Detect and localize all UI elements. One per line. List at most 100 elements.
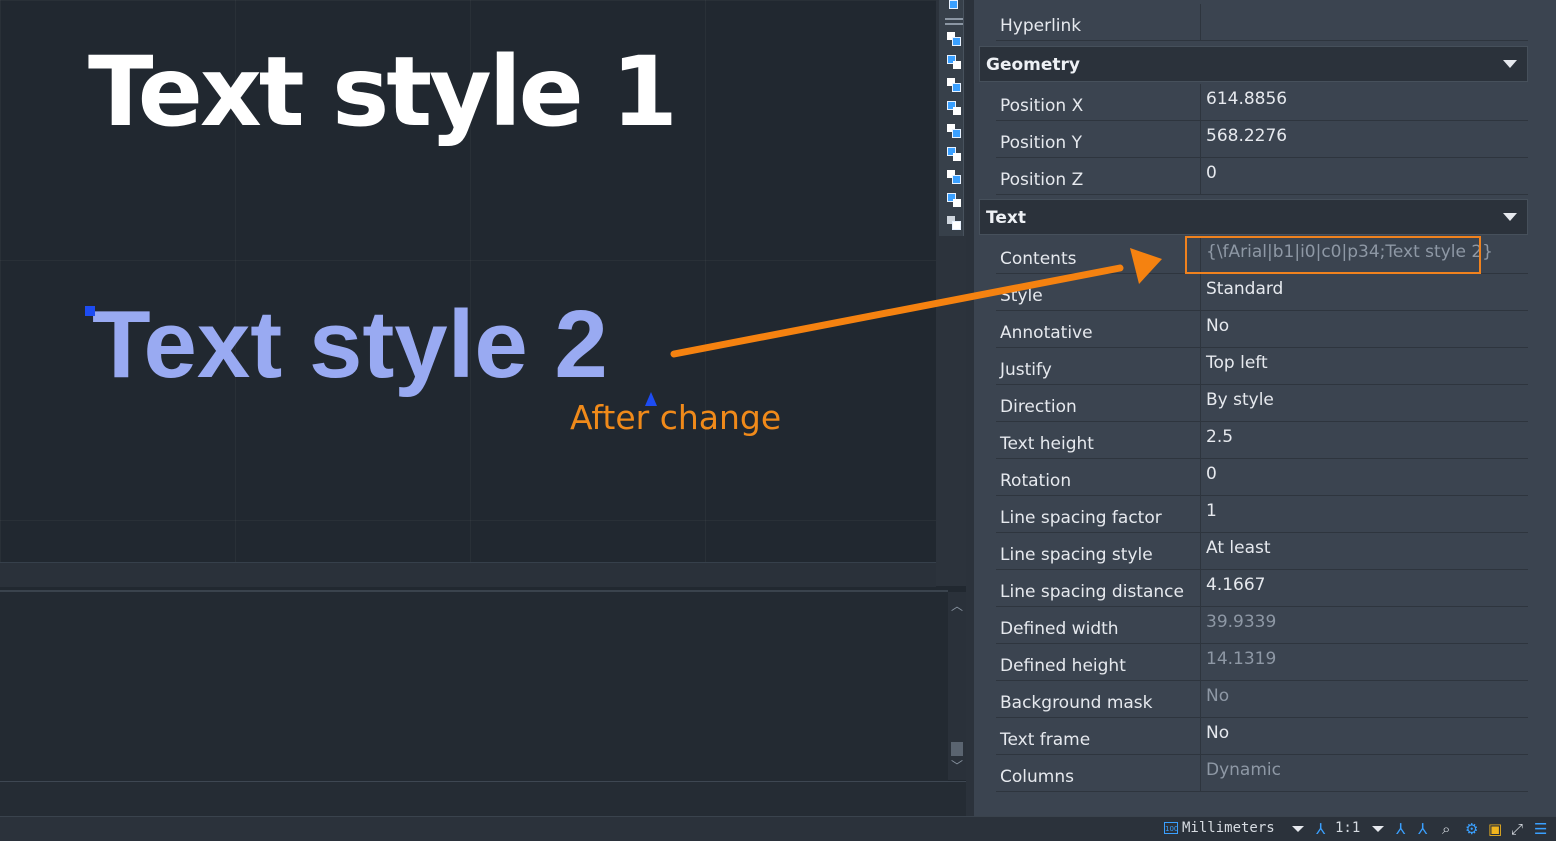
property-label: Annotative	[996, 311, 1201, 347]
command-scrollbar[interactable]: ︿ ﹀	[948, 592, 966, 780]
property-row[interactable]: Position Y 568.2276	[996, 121, 1528, 158]
property-row[interactable]: Line spacing factor 1	[996, 496, 1528, 533]
property-label: Position Y	[996, 121, 1201, 157]
property-row[interactable]: Justify Top left	[996, 348, 1528, 385]
send-to-back-icon[interactable]	[947, 55, 961, 69]
property-value[interactable]: Standard	[1202, 274, 1528, 310]
property-row-hyperlink[interactable]: Hyperlink	[996, 4, 1528, 41]
property-value[interactable]: By style	[1202, 385, 1528, 421]
property-value[interactable]: 568.2276	[1202, 121, 1528, 157]
property-label: Line spacing factor	[996, 496, 1201, 532]
contents-highlight-box	[1185, 236, 1481, 274]
property-label: Contents	[996, 237, 1201, 273]
text-object-style-2[interactable]: Text style 2	[92, 292, 608, 398]
send-under-icon[interactable]	[947, 101, 961, 115]
property-row[interactable]: Annotative No	[996, 311, 1528, 348]
annot-front-icon[interactable]	[947, 193, 961, 207]
fullscreen-icon[interactable]: ⤢	[1511, 817, 1523, 841]
properties-panel: Hyperlink Geometry Position X 614.8856 Pos…	[974, 0, 1556, 816]
property-value[interactable]: 0	[1202, 158, 1528, 194]
dim-front-icon[interactable]	[947, 170, 961, 184]
command-history[interactable]	[0, 590, 948, 782]
property-label: Position X	[996, 84, 1201, 120]
property-value[interactable]: 1	[1202, 496, 1528, 532]
property-label: Columns	[996, 755, 1201, 791]
annotation-scale-icon[interactable]: ⅄	[1316, 817, 1325, 841]
annotation-label: After change	[570, 398, 782, 437]
property-value[interactable]: 4.1667	[1202, 570, 1528, 606]
property-row[interactable]: Text frame No	[996, 718, 1528, 755]
toolbar-separator	[945, 23, 963, 25]
property-row[interactable]: Columns Dynamic	[996, 755, 1528, 792]
property-value[interactable]: At least	[1202, 533, 1528, 569]
scroll-thumb[interactable]	[951, 742, 963, 756]
chevron-down-icon[interactable]	[1292, 826, 1304, 832]
toolbar-separator	[945, 18, 963, 20]
scroll-down-icon[interactable]: ﹀	[951, 760, 963, 772]
command-line-input[interactable]	[0, 781, 966, 816]
property-row[interactable]: Line spacing distance 4.1667	[996, 570, 1528, 607]
property-row[interactable]: Rotation 0	[996, 459, 1528, 496]
bring-to-front-icon[interactable]	[947, 32, 961, 46]
text-above-icon[interactable]	[947, 124, 961, 138]
property-label: Defined width	[996, 607, 1201, 643]
auto-scale-icon[interactable]: ⅄	[1418, 817, 1427, 841]
property-row[interactable]: Style Standard	[996, 274, 1528, 311]
hatch-back-icon[interactable]	[947, 147, 961, 161]
property-label: Defined height	[996, 644, 1201, 680]
property-row[interactable]: Defined height 14.1319	[996, 644, 1528, 681]
units-selector[interactable]: Millimeters	[1182, 817, 1275, 841]
annotation-scale-value[interactable]: 1:1	[1335, 817, 1360, 841]
bring-above-icon[interactable]	[947, 78, 961, 92]
status-bar: 100 Millimeters ⅄ 1:1 ⅄ ⅄ ⌕ ⚙ ▣ ⤢ ☰	[0, 816, 1556, 841]
property-row[interactable]: Defined width 39.9339	[996, 607, 1528, 644]
property-value[interactable]: 2.5	[1202, 422, 1528, 458]
chevron-down-icon[interactable]	[1503, 213, 1517, 221]
section-title: Geometry	[986, 55, 1080, 75]
property-value[interactable]	[1202, 4, 1528, 40]
property-label: Justify	[996, 348, 1201, 384]
property-label: Line spacing distance	[996, 570, 1201, 606]
gear-icon[interactable]: ⚙	[1465, 817, 1478, 841]
property-value[interactable]: Dynamic	[1202, 755, 1528, 791]
property-label: Position Z	[996, 158, 1201, 194]
property-value[interactable]: Top left	[1202, 348, 1528, 384]
draw-order-toolbar	[936, 0, 966, 586]
property-value[interactable]: 14.1319	[1202, 644, 1528, 680]
property-value[interactable]: 39.9339	[1202, 607, 1528, 643]
property-row[interactable]: Position Z0	[996, 158, 1528, 195]
chevron-down-icon[interactable]	[1503, 60, 1517, 68]
property-row[interactable]: Text height 2.5	[996, 422, 1528, 459]
property-row[interactable]: Position X 614.8856	[996, 84, 1528, 121]
section-geometry[interactable]: Geometry	[979, 46, 1528, 82]
property-label: Background mask	[996, 681, 1201, 717]
draw-order-icon[interactable]	[947, 0, 961, 12]
property-row[interactable]: Background mask No	[996, 681, 1528, 718]
property-label: Line spacing style	[996, 533, 1201, 569]
property-value[interactable]: 0	[1202, 459, 1528, 495]
panel-divider[interactable]	[966, 0, 974, 816]
property-row[interactable]: Direction By style	[996, 385, 1528, 422]
units-icon[interactable]: 100	[1164, 822, 1178, 834]
annotation-visibility-icon[interactable]: ⅄	[1396, 817, 1405, 841]
text-object-style-1[interactable]: Text style 1	[88, 39, 678, 146]
property-value[interactable]: 614.8856	[1202, 84, 1528, 120]
layer-icon[interactable]	[947, 216, 961, 230]
property-row[interactable]: Line spacing style At least	[996, 533, 1528, 570]
isolate-icon[interactable]: ⌕	[1442, 817, 1450, 841]
property-value[interactable]: No	[1202, 681, 1528, 717]
property-value[interactable]: No	[1202, 311, 1528, 347]
property-label: Hyperlink	[996, 4, 1201, 40]
text-insertion-grip[interactable]	[85, 306, 95, 316]
property-label: Direction	[996, 385, 1201, 421]
property-label: Text frame	[996, 718, 1201, 754]
menu-icon[interactable]: ☰	[1534, 817, 1547, 841]
property-label: Style	[996, 274, 1201, 310]
section-title: Text	[986, 208, 1026, 228]
scroll-up-icon[interactable]: ︿	[951, 600, 963, 612]
chevron-down-icon[interactable]	[1372, 826, 1384, 832]
drawing-canvas[interactable]: Text style 1 Text style 2 After change	[0, 0, 936, 562]
hardware-accel-icon[interactable]: ▣	[1488, 817, 1502, 841]
property-value[interactable]: No	[1202, 718, 1528, 754]
section-text[interactable]: Text	[979, 199, 1528, 235]
